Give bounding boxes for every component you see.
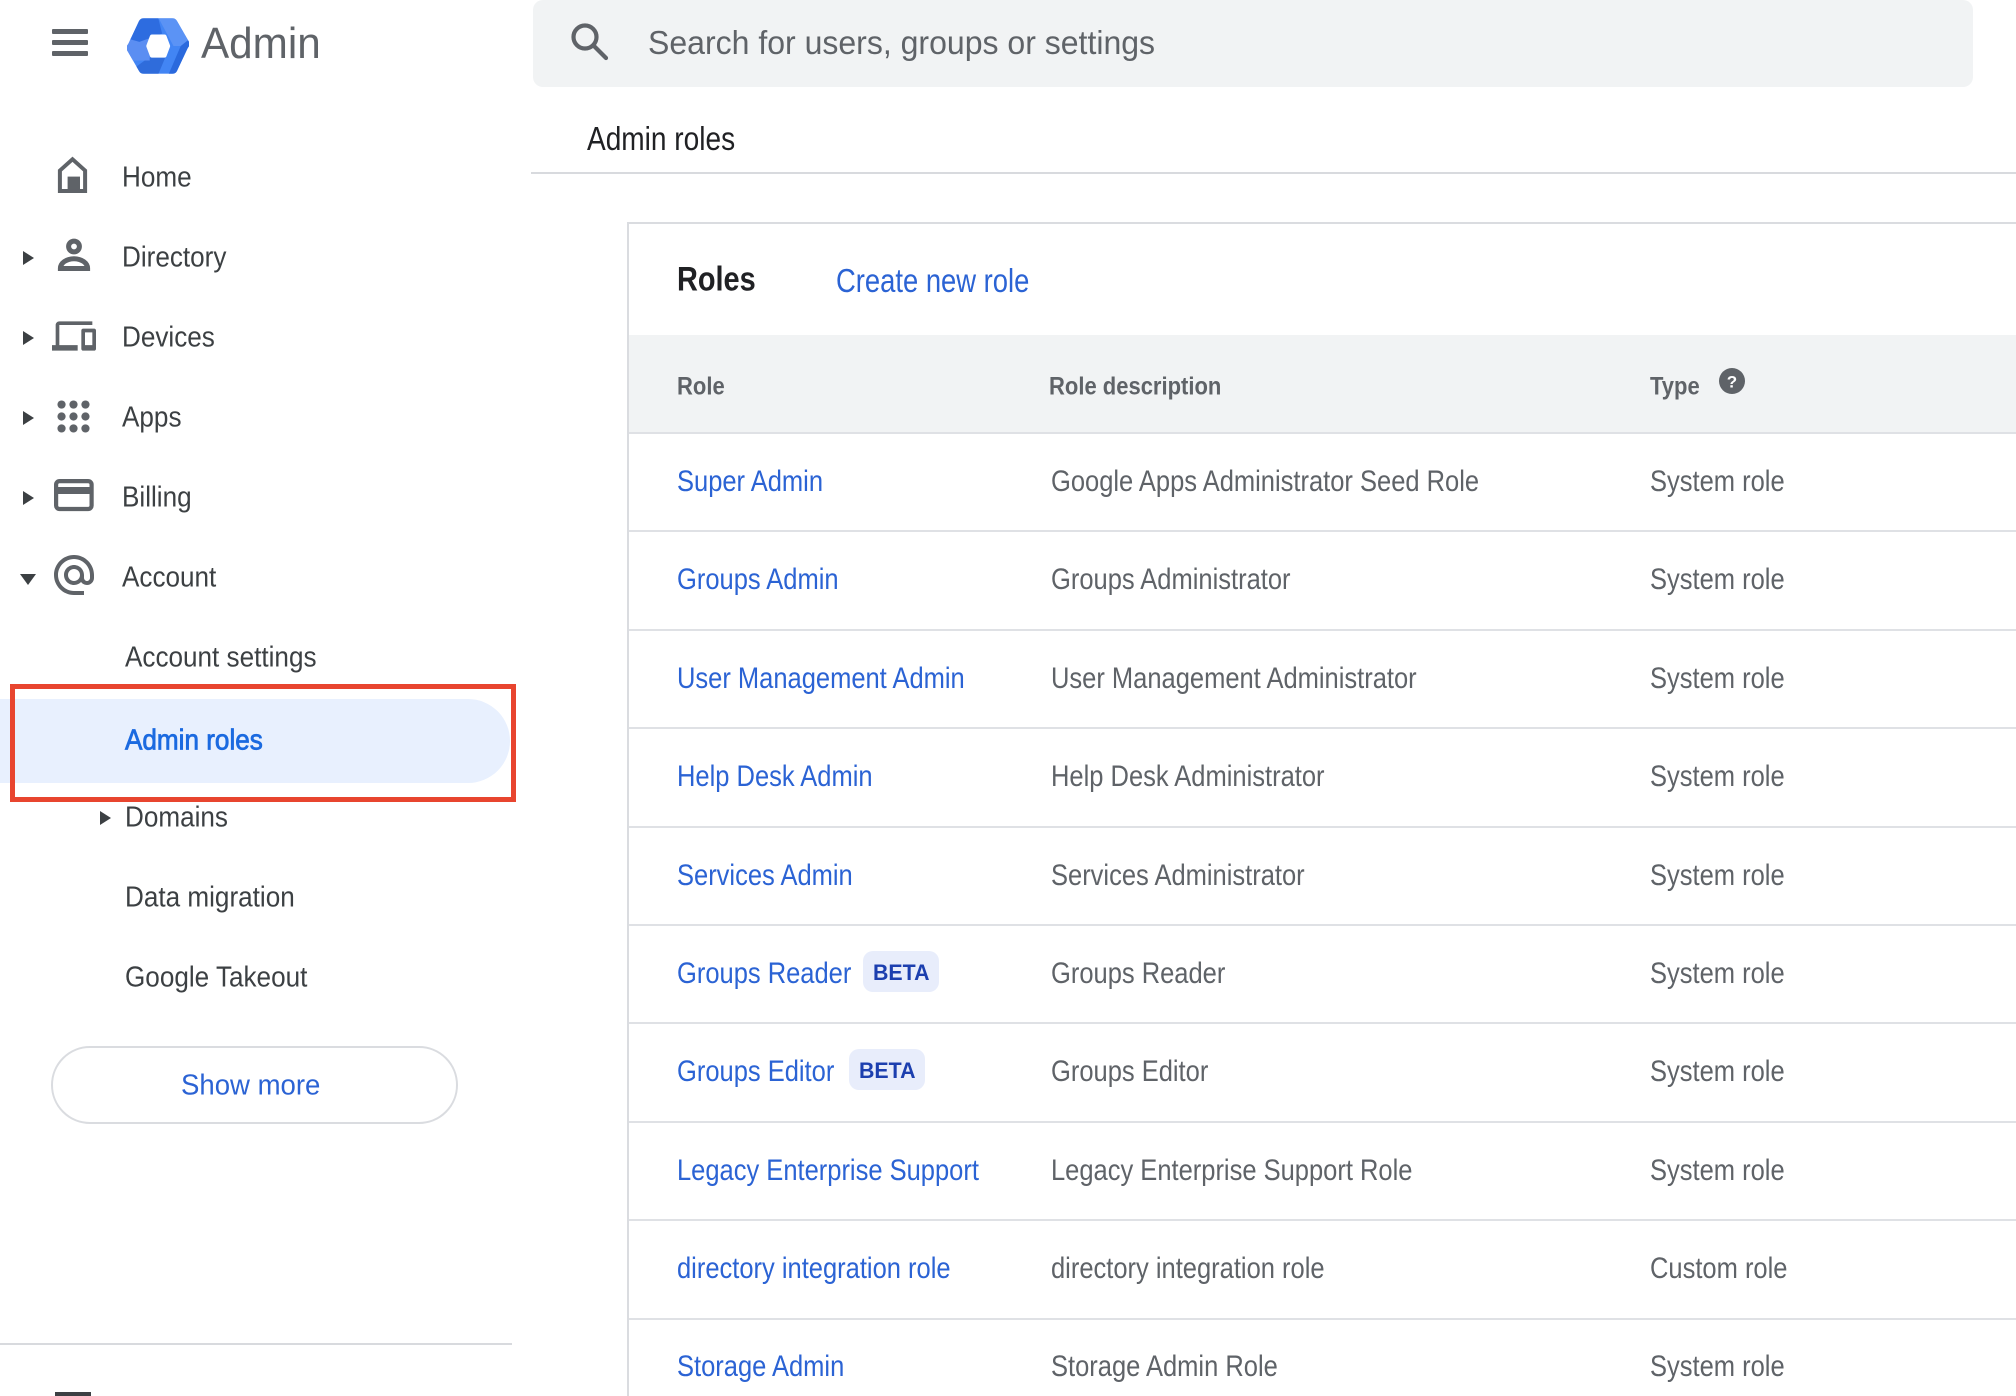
svg-text:?: ?	[1727, 372, 1737, 391]
